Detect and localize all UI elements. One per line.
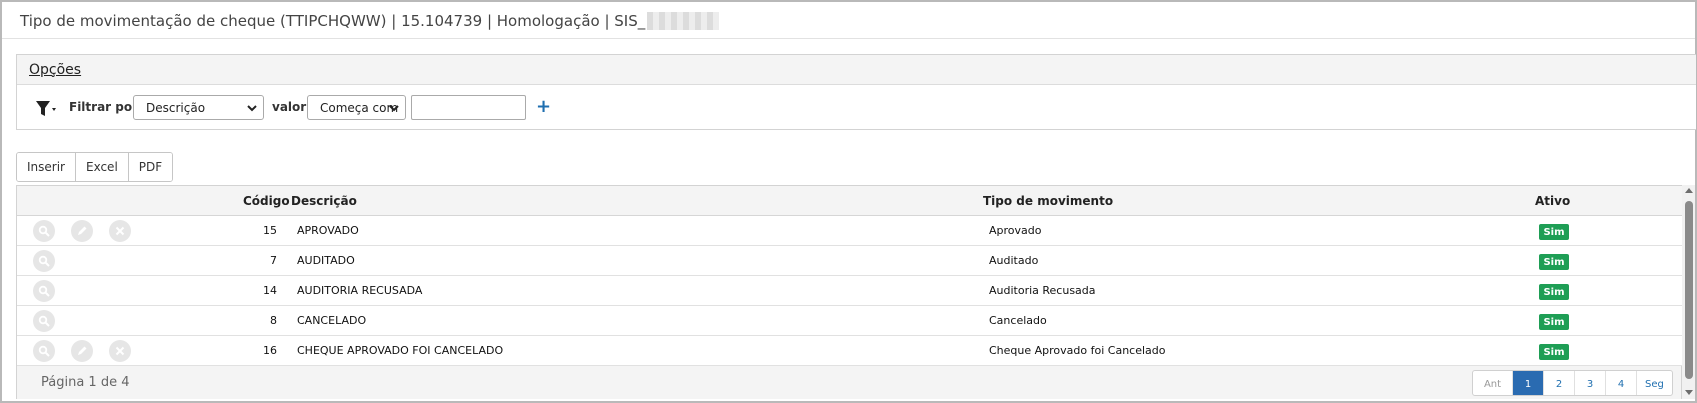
page-button-3[interactable]: 3 xyxy=(1575,371,1606,395)
cell-type: Auditado xyxy=(989,254,1039,267)
active-badge: Sim xyxy=(1539,284,1569,300)
cell-code: 15 xyxy=(263,224,277,237)
excel-button[interactable]: Excel xyxy=(75,153,129,181)
delete-icon[interactable] xyxy=(109,220,131,242)
table-row[interactable]: 14 AUDITORIA RECUSADA Auditoria Recusada Si… xyxy=(17,276,1683,306)
options-panel-title[interactable]: Opções xyxy=(29,62,81,78)
pdf-button[interactable]: PDF xyxy=(128,153,173,181)
cell-description: AUDITADO xyxy=(297,254,355,267)
cell-description: APROVADO xyxy=(297,224,359,237)
insert-button[interactable]: Inserir xyxy=(17,153,76,181)
edit-icon[interactable] xyxy=(71,340,93,362)
scroll-down-arrow-icon[interactable] xyxy=(1685,390,1693,395)
active-badge: Sim xyxy=(1539,224,1569,240)
delete-icon[interactable] xyxy=(109,340,131,362)
grid-footer: Página 1 de 4 Ant 1 2 3 4 Seg xyxy=(17,366,1681,399)
pagination: Ant 1 2 3 4 Seg xyxy=(1472,370,1673,396)
cell-type: Auditoria Recusada xyxy=(989,284,1096,297)
edit-icon[interactable] xyxy=(71,220,93,242)
view-icon[interactable] xyxy=(33,280,55,302)
view-icon[interactable] xyxy=(33,220,55,242)
operator-value: Começa com xyxy=(320,100,399,115)
table-row[interactable]: 8 CANCELADO Cancelado Sim xyxy=(17,306,1683,336)
add-filter-button[interactable]: + xyxy=(536,96,551,118)
scroll-up-arrow-icon[interactable] xyxy=(1685,188,1693,193)
value-label: valor xyxy=(272,100,307,114)
active-badge: Sim xyxy=(1539,314,1569,330)
column-header-type[interactable]: Tipo de movimento xyxy=(983,194,1113,208)
cell-description: CHEQUE APROVADO FOI CANCELADO xyxy=(297,344,504,357)
filter-funnel-icon[interactable] xyxy=(35,99,59,119)
active-badge: Sim xyxy=(1539,254,1569,270)
page-title-text: Tipo de movimentação de cheque (TTIPCHQW… xyxy=(20,12,646,30)
cell-description: AUDITORIA RECUSADA xyxy=(297,284,423,297)
view-icon[interactable] xyxy=(33,340,55,362)
cell-code: 14 xyxy=(263,284,277,297)
page-info: Página 1 de 4 xyxy=(41,375,130,390)
cell-code: 8 xyxy=(270,314,277,327)
column-header-code[interactable]: Código xyxy=(243,194,290,208)
data-grid: Código Descrição Tipo de movimento Ativo… xyxy=(16,185,1683,399)
table-row[interactable]: 7 AUDITADO Auditado Sim xyxy=(17,246,1683,276)
view-icon[interactable] xyxy=(33,310,55,332)
page-button-4[interactable]: 4 xyxy=(1606,371,1637,395)
view-icon[interactable] xyxy=(33,250,55,272)
active-badge: Sim xyxy=(1539,344,1569,360)
cell-type: Cheque Aprovado foi Cancelado xyxy=(989,344,1166,357)
column-header-active[interactable]: Ativo xyxy=(1535,194,1570,208)
cell-type: Cancelado xyxy=(989,314,1047,327)
filter-value-input[interactable] xyxy=(411,95,526,120)
redacted-system-name xyxy=(647,12,720,30)
export-toolbar: Inserir Excel PDF xyxy=(16,152,174,182)
filter-field-select[interactable]: Descrição xyxy=(133,95,264,120)
table-row[interactable]: 15 APROVADO Aprovado Sim xyxy=(17,216,1683,246)
chevron-down-icon xyxy=(389,105,399,112)
cell-code: 7 xyxy=(270,254,277,267)
title-divider xyxy=(2,38,1695,39)
chevron-down-icon xyxy=(247,105,257,112)
operator-select[interactable]: Começa com xyxy=(307,95,406,120)
page-button-2[interactable]: 2 xyxy=(1544,371,1575,395)
options-panel-header[interactable]: Opções xyxy=(17,55,1696,85)
table-row[interactable]: 16 CHEQUE APROVADO FOI CANCELADO Cheque Ap… xyxy=(17,336,1683,366)
prev-page-button[interactable]: Ant xyxy=(1473,371,1513,395)
grid-header: Código Descrição Tipo de movimento Ativo xyxy=(17,186,1683,216)
filter-field-value: Descrição xyxy=(146,100,206,115)
scrollbar-thumb[interactable] xyxy=(1685,201,1693,379)
filter-row: Filtrar por Descrição valor Começa com + xyxy=(17,95,1696,121)
page-button-1[interactable]: 1 xyxy=(1513,371,1544,395)
cell-code: 16 xyxy=(263,344,277,357)
page-title: Tipo de movimentação de cheque (TTIPCHQW… xyxy=(20,10,720,32)
vertical-scrollbar[interactable] xyxy=(1682,185,1695,399)
column-header-description[interactable]: Descrição xyxy=(291,194,357,208)
cell-description: CANCELADO xyxy=(297,314,367,327)
next-page-button[interactable]: Seg xyxy=(1637,371,1672,395)
filter-by-label: Filtrar por xyxy=(69,100,139,114)
cell-type: Aprovado xyxy=(989,224,1042,237)
options-panel: Opções Filtrar por Descrição valor Começ… xyxy=(16,54,1696,130)
